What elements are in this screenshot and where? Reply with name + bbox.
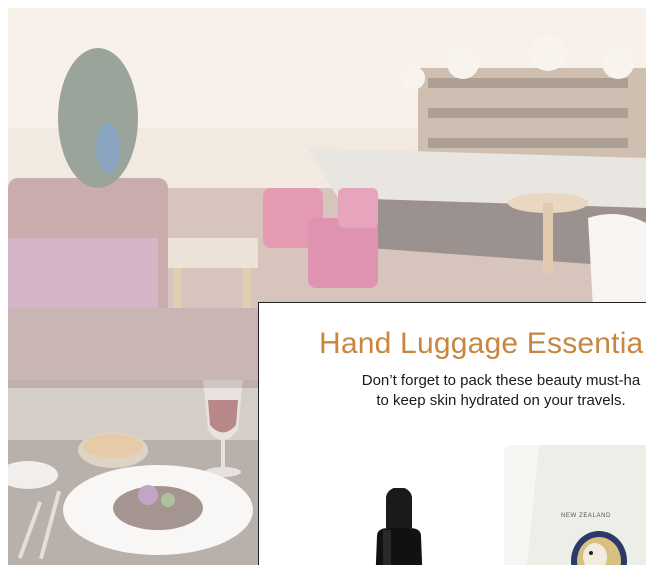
article-page: Hand Luggage Essentia Don’t forget to pa… — [0, 0, 646, 565]
dropper-bottle-image — [375, 487, 423, 565]
tube-brand-label: NEW ZEALAND — [561, 513, 611, 519]
card-subtitle-line-2: to keep skin hydrated on your travels. — [376, 392, 626, 409]
moisturiser-tube-image — [504, 445, 646, 565]
food-table-image — [8, 380, 258, 565]
serum-dropper-bottle — [369, 487, 429, 565]
card-subtitle-line-1: Don’t forget to pack these beauty must-h… — [361, 372, 641, 389]
moisturiser-tube: NEW ZEALAND — [499, 443, 646, 565]
card-subtitle: Don’t forget to pack these beauty must-h… — [321, 371, 646, 411]
card-title: Hand Luggage Essentia — [319, 327, 644, 360]
food-table-photo — [8, 380, 258, 565]
hand-luggage-card: Hand Luggage Essentia Don’t forget to pa… — [258, 302, 646, 565]
